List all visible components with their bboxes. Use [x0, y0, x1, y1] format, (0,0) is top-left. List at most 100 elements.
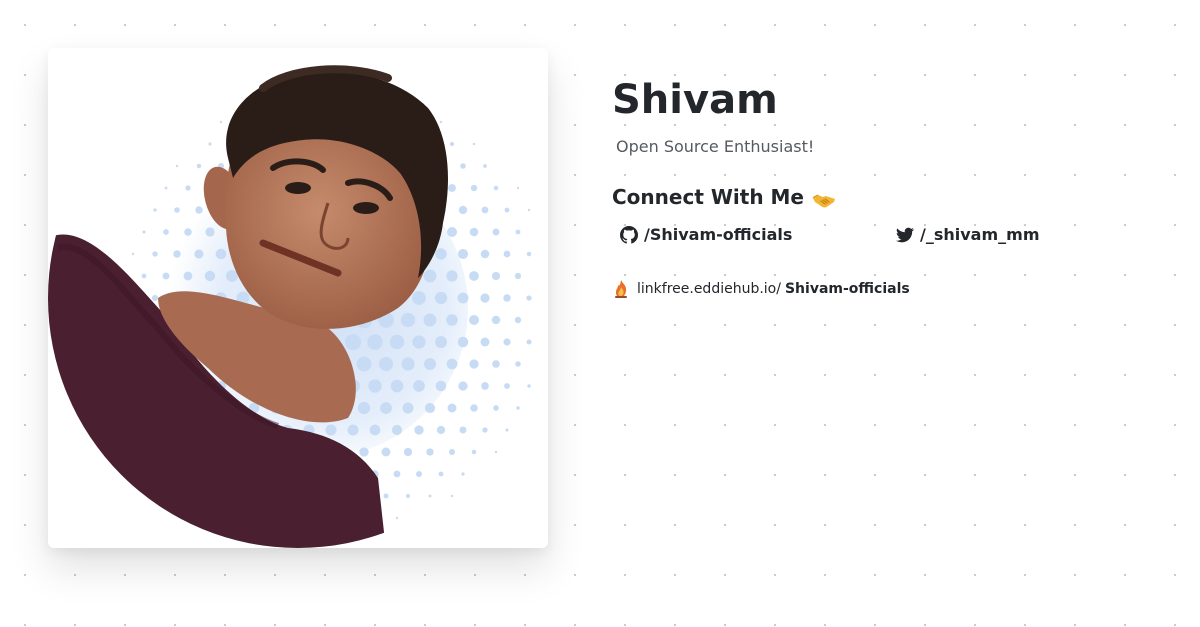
- halftone-dot: [208, 142, 212, 146]
- twitter-icon: [896, 226, 914, 244]
- halftone-dot: [412, 335, 426, 349]
- halftone-dot: [436, 425, 446, 435]
- halftone-dot: [173, 250, 181, 258]
- halftone-dot: [367, 334, 383, 350]
- halftone-dot: [378, 356, 394, 372]
- halftone-dot: [393, 470, 401, 478]
- halftone-dot: [481, 382, 489, 390]
- halftone-dot: [469, 227, 479, 237]
- halftone-dot: [503, 338, 511, 346]
- halftone-dot: [491, 271, 501, 281]
- halftone-dot: [403, 447, 413, 457]
- connect-heading-label: Connect With Me: [612, 185, 804, 209]
- halftone-dot: [142, 230, 146, 234]
- halftone-dot: [457, 248, 469, 260]
- halftone-dot: [163, 229, 169, 235]
- halftone-dot: [446, 226, 458, 238]
- social-links: /Shivam-officials /_shivam_mm: [612, 222, 1172, 248]
- halftone-dot: [435, 336, 447, 348]
- halftone-dot: [205, 227, 215, 237]
- halftone-dot: [184, 228, 192, 236]
- halftone-dot: [195, 206, 203, 214]
- halftone-dot: [515, 361, 521, 367]
- halftone-dot: [503, 294, 511, 302]
- halftone-dot: [183, 271, 193, 281]
- halftone-dot: [470, 404, 478, 412]
- twitter-link[interactable]: /_shivam_mm: [896, 222, 1039, 248]
- halftone-dot: [446, 270, 458, 282]
- flame-icon: [612, 279, 630, 299]
- profile-info: Shivam Open Source Enthusiast! Connect W…: [612, 74, 1172, 300]
- halftone-dot: [480, 249, 490, 259]
- twitter-label: /_shivam_mm: [920, 225, 1040, 244]
- halftone-dot: [480, 293, 490, 303]
- connect-heading: Connect With Me: [612, 182, 1172, 212]
- halftone-dot: [503, 250, 511, 258]
- halftone-dot: [516, 186, 520, 190]
- halftone-dot: [493, 185, 499, 191]
- halftone-dot: [400, 312, 416, 328]
- halftone-dot: [162, 272, 170, 280]
- halftone-dot: [494, 450, 498, 454]
- halftone-dot: [527, 208, 531, 212]
- halftone-dot: [414, 425, 424, 435]
- halftone-dot: [368, 379, 382, 393]
- halftone-dot: [194, 249, 204, 259]
- profile-photo-card: [48, 48, 548, 548]
- halftone-dot: [448, 448, 456, 456]
- halftone-dot: [458, 205, 468, 215]
- halftone-dot: [483, 164, 487, 168]
- halftone-dot: [131, 252, 135, 256]
- halftone-dot: [526, 251, 532, 257]
- halftone-dot: [380, 402, 392, 414]
- halftone-dot: [457, 292, 469, 304]
- halftone-dot: [359, 447, 369, 457]
- halftone-dot: [435, 248, 447, 260]
- halftone-dot: [516, 406, 520, 410]
- halftone-dot: [401, 357, 415, 371]
- halftone-dot: [174, 207, 180, 213]
- halftone-dot: [196, 163, 202, 169]
- profile-tagline: Open Source Enthusiast!: [616, 137, 815, 156]
- halftone-dot: [141, 273, 147, 279]
- halftone-dot: [413, 380, 425, 392]
- halftone-dot: [153, 208, 157, 212]
- handshake-icon: [812, 188, 836, 208]
- linkfree-link[interactable]: linkfree.eddiehub.io/ Shivam-officials: [612, 278, 1172, 300]
- halftone-dot: [391, 424, 403, 436]
- github-icon: [620, 226, 638, 244]
- halftone-dot: [395, 516, 399, 520]
- github-link[interactable]: /Shivam-officials: [620, 222, 792, 248]
- halftone-dot: [514, 272, 522, 280]
- halftone-dot: [505, 428, 509, 432]
- halftone-dot: [457, 336, 469, 348]
- halftone-dot: [412, 291, 426, 305]
- halftone-dot: [472, 142, 476, 146]
- halftone-dot: [423, 313, 437, 327]
- halftone-dot: [493, 405, 499, 411]
- halftone-dot: [470, 184, 478, 192]
- halftone-dot: [428, 494, 432, 498]
- halftone-dot: [357, 401, 371, 415]
- halftone-dot: [347, 424, 359, 436]
- halftone-dot: [415, 470, 423, 478]
- halftone-dot: [471, 449, 477, 455]
- halftone-dot: [369, 424, 381, 436]
- halftone-dot: [175, 164, 179, 168]
- halftone-dot: [344, 333, 362, 351]
- profile-preview-canvas: Shivam Open Source Enthusiast! Connect W…: [0, 0, 1200, 627]
- halftone-dot: [492, 228, 500, 236]
- linkfree-username: Shivam-officials: [784, 281, 910, 297]
- halftone-dot: [204, 270, 216, 282]
- linkfree-domain: linkfree.eddiehub.io/: [637, 281, 781, 297]
- halftone-dot: [426, 448, 434, 456]
- halftone-dot: [526, 339, 532, 345]
- halftone-dot: [492, 360, 500, 368]
- halftone-dot: [514, 316, 522, 324]
- halftone-dot: [383, 493, 389, 499]
- halftone-dot: [215, 248, 227, 260]
- halftone-dot: [469, 271, 479, 281]
- halftone-dot: [491, 315, 501, 325]
- halftone-dot: [219, 120, 223, 124]
- halftone-dot: [468, 314, 480, 326]
